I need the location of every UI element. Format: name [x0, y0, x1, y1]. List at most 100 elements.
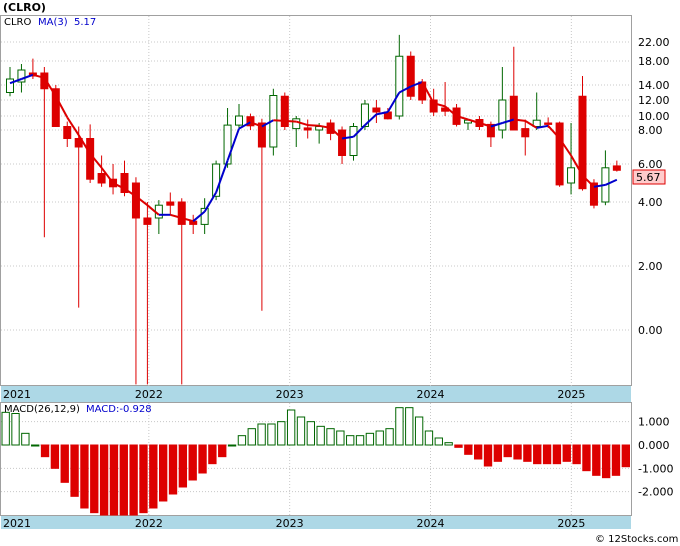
price-y-tick-label: 6.00 — [638, 158, 663, 171]
legend-ma-value: 5.17 — [74, 17, 96, 28]
macd-bar — [316, 425, 325, 446]
macd-bar — [326, 428, 335, 446]
candle-body — [143, 217, 152, 225]
candle-body — [406, 55, 415, 97]
legend-ma-label: MA(3) — [38, 17, 68, 28]
price-y-tick-label: 4.00 — [638, 196, 663, 209]
price-x-tick-label: 2024 — [417, 388, 445, 401]
ma-segment — [284, 119, 297, 123]
candle-body — [372, 107, 381, 113]
macd-bar — [346, 435, 355, 446]
candle-body — [292, 118, 301, 130]
macd-bar — [149, 444, 158, 509]
price-y-tick-label: 10.00 — [638, 110, 670, 123]
macd-bar — [40, 444, 50, 458]
macd-bar — [385, 428, 394, 446]
macd-bar — [247, 428, 256, 446]
candle-body — [612, 165, 621, 171]
candle-body — [177, 201, 186, 225]
macd-bar — [365, 432, 375, 446]
macd-bar — [375, 430, 384, 446]
macd-bar — [286, 409, 296, 446]
candle-body — [521, 128, 530, 138]
macd-bar — [90, 444, 99, 514]
macd-bar — [227, 444, 237, 447]
macd-bar — [424, 430, 434, 446]
macd-bar — [454, 444, 463, 448]
candle-body — [395, 55, 404, 117]
candle-body — [509, 95, 518, 131]
macd-bar — [139, 444, 148, 514]
macd-bar — [533, 444, 542, 465]
ma-segment — [513, 118, 526, 122]
macd-bar — [355, 435, 365, 446]
macd-x-tick-label: 2022 — [135, 517, 163, 530]
macd-bar — [493, 444, 503, 462]
macd-bar — [277, 421, 286, 446]
price-x-tick-label: 2025 — [557, 388, 585, 401]
chart-canvas: 22.00 18.00 14.00 12.00 10.008.00 6.00 4.00 2.0… — [0, 1, 678, 545]
macd-x-tick-label: 2025 — [557, 517, 585, 530]
macd-bar — [513, 444, 522, 460]
candle-body — [235, 115, 243, 126]
macd-bar — [601, 444, 611, 479]
macd-bar — [208, 444, 217, 465]
price-y-tick-label: 12.00 — [638, 94, 670, 107]
macd-legend-label: MACD(26,12,9) — [4, 404, 80, 415]
macd-bar — [159, 444, 168, 502]
macd-x-tick-label: 2024 — [417, 517, 445, 530]
macd-x-tick-label: 2023 — [276, 517, 304, 530]
macd-bar — [31, 444, 40, 447]
macd-bar — [405, 407, 414, 446]
macd-bar — [257, 423, 266, 446]
macd-bar — [99, 444, 109, 516]
macd-bar — [11, 413, 20, 446]
macd-bar — [434, 437, 443, 446]
macd-bar — [21, 432, 30, 446]
candle-body — [189, 220, 198, 225]
macd-y-axis: 1.000 0.000 -1.000 -2.000 — [638, 416, 673, 499]
candle-body — [567, 167, 576, 184]
last-price-label: 5.67 — [636, 171, 661, 184]
macd-bar — [552, 444, 562, 465]
macd-bar — [592, 444, 601, 476]
macd-bar — [336, 430, 345, 446]
candle-body — [166, 201, 175, 206]
macd-bar — [395, 407, 404, 446]
price-y-tick-label: 14.00 — [638, 79, 670, 92]
macd-bar — [414, 416, 424, 446]
ma-segment — [273, 119, 285, 122]
price-y-tick-label: 2.00 — [638, 260, 663, 273]
macd-y-tick-label: -2.000 — [638, 486, 673, 499]
candle-body — [544, 122, 553, 125]
price-x-tick-label: 2022 — [135, 388, 163, 401]
candle-body — [63, 126, 72, 139]
candle-body — [303, 127, 312, 131]
price-y-tick-label: 22.00 — [638, 36, 670, 49]
macd-bar — [267, 423, 276, 446]
price-y-tick-label: 0.00 — [638, 324, 663, 337]
macd-bar — [119, 444, 128, 516]
macd-bar — [474, 444, 483, 460]
macd-bar — [611, 444, 621, 476]
price-y-tick-label: 8.00 — [638, 124, 663, 137]
macd-bar — [562, 444, 571, 462]
macd-value-label: MACD:-0.928 — [86, 404, 152, 415]
macd-bar — [582, 444, 591, 472]
candle-body — [131, 182, 140, 219]
macd-bar — [1, 411, 10, 446]
chart-title: (CLRO) — [3, 1, 46, 14]
macd-bar — [296, 416, 306, 446]
macd-bar — [503, 444, 512, 458]
macd-bar — [188, 444, 197, 481]
macd-bar — [168, 444, 178, 495]
macd-bar — [80, 444, 89, 509]
price-y-axis: 22.00 18.00 14.00 12.00 10.008.00 6.00 4.00 2.0… — [638, 36, 670, 337]
macd-bar — [237, 435, 247, 446]
candle-body — [555, 122, 564, 186]
price-x-tick-label: 2023 — [276, 388, 304, 401]
macd-bar — [572, 444, 581, 465]
macd-bar — [129, 444, 138, 516]
candle-body — [6, 78, 14, 93]
candle-body — [86, 138, 95, 180]
